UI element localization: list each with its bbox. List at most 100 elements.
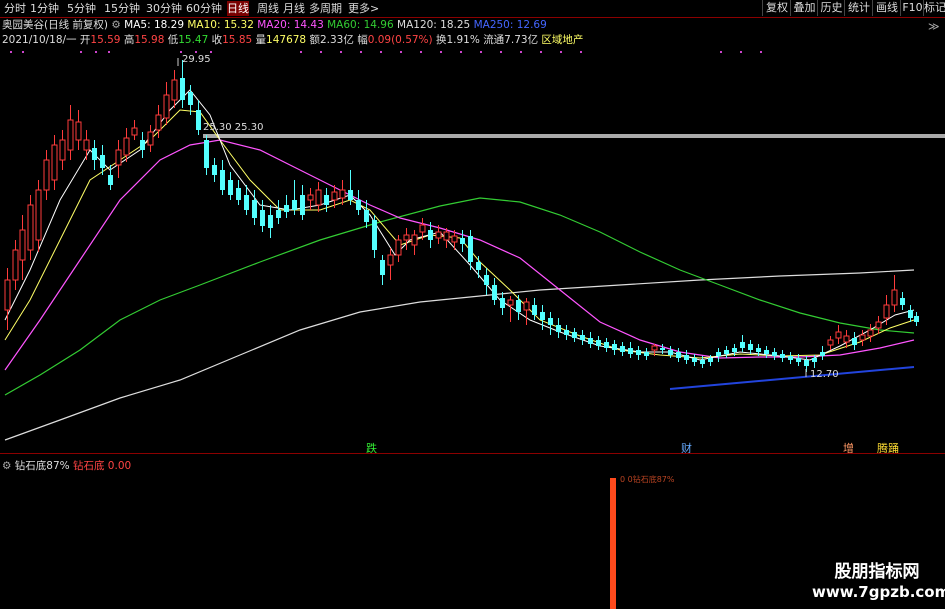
candle-body [835, 331, 842, 339]
candle-body [75, 121, 82, 141]
candle-body [604, 342, 609, 348]
candle-body [403, 234, 410, 241]
candle-body [428, 230, 433, 240]
candle-body [268, 215, 273, 228]
candle-body [380, 260, 385, 275]
event-dot [440, 51, 442, 53]
candle-body [852, 338, 857, 345]
event-dot [80, 51, 82, 53]
candle-body [12, 249, 19, 281]
candle-body [4, 279, 11, 311]
candle-body [908, 310, 913, 318]
candle-body [756, 348, 761, 352]
candle-body [788, 356, 793, 360]
candle-body [492, 285, 497, 300]
event-dot [210, 51, 212, 53]
high-price-label: 29.95 [182, 54, 211, 65]
watermark-url: www.7gpzb.com [812, 583, 945, 601]
candle-body [468, 236, 473, 262]
candle-body [364, 210, 369, 222]
candle-body [315, 189, 322, 206]
event-dot [740, 51, 742, 53]
candle-body [451, 235, 458, 243]
candle-body [140, 140, 145, 150]
candle-body [572, 332, 577, 338]
sub-indicator-value: 0.00 [107, 460, 132, 472]
candle-body [220, 170, 225, 190]
candle-body [875, 321, 882, 329]
candle-body [516, 300, 521, 312]
candle-body [764, 350, 769, 354]
candle-body [732, 348, 737, 352]
event-dots-row [10, 51, 762, 53]
diamond-bottom-signal-bar [610, 478, 616, 609]
sub-indicator-title: ⚙ 钻石底87% 钻石底 0.00 [2, 459, 131, 473]
candle-body [196, 110, 201, 130]
candle-body [580, 335, 585, 340]
event-dot [480, 51, 482, 53]
candle-body [147, 131, 154, 146]
candle-body [67, 119, 74, 151]
candle-body [644, 352, 649, 356]
candle-body [883, 304, 890, 319]
candle-body [212, 165, 217, 175]
candle-body [252, 200, 257, 218]
sub-indicator-name: 钻石底 [72, 460, 105, 472]
candle-body [43, 159, 50, 191]
event-dot [10, 51, 12, 53]
event-dot [340, 51, 342, 53]
candle-body [27, 204, 34, 251]
sub-settings-icon[interactable]: ⚙ [2, 460, 11, 472]
candle-body [108, 175, 113, 185]
kline-chart[interactable]: 29.95 25.30 25.30 12.70 跌 财 增 腾踊 0 0钻石底8… [0, 0, 945, 609]
event-dot [580, 51, 582, 53]
candle-body [260, 210, 265, 226]
ma60-line [4, 197, 915, 396]
event-dot [360, 51, 362, 53]
candle-body [188, 92, 193, 105]
candle-body [276, 210, 281, 218]
event-dot [380, 51, 382, 53]
candle-body [484, 275, 489, 285]
candle-body [19, 229, 26, 261]
candle-body [460, 238, 465, 244]
candle-body [812, 358, 817, 362]
event-dot [460, 51, 462, 53]
candle-body [35, 189, 42, 241]
candle-body [204, 140, 209, 168]
candle-body [123, 137, 130, 156]
candle-body [180, 78, 185, 100]
candle-body [171, 79, 178, 101]
ma120-line [4, 269, 915, 441]
event-dot [560, 51, 562, 53]
candle-body [59, 139, 66, 161]
candle-body [523, 301, 530, 311]
candle-body [284, 205, 289, 212]
candle-body [387, 254, 394, 266]
candle-body [548, 318, 553, 325]
candle-body [820, 352, 825, 356]
candle-body [612, 344, 617, 350]
candle-body [556, 325, 561, 332]
candle-body [724, 350, 729, 354]
candle-body [564, 330, 569, 335]
candle-body [668, 350, 673, 355]
candle-body [708, 358, 713, 362]
event-dot [400, 51, 402, 53]
event-dot [760, 51, 762, 53]
event-dot [720, 51, 722, 53]
candle-body [780, 354, 785, 358]
candle-body [859, 334, 866, 341]
candle-body [740, 342, 745, 348]
candle-body [300, 195, 305, 215]
candle-body [700, 360, 705, 364]
sub-indicator-label[interactable]: 钻石底87% [15, 460, 70, 472]
candle-body [92, 148, 97, 160]
candle-body [620, 346, 625, 352]
candle-body [596, 340, 601, 346]
candle-body [676, 352, 681, 358]
candlesticks [4, 60, 919, 372]
candle-body [324, 195, 329, 205]
candle-body [51, 144, 58, 181]
event-dot [22, 51, 24, 53]
